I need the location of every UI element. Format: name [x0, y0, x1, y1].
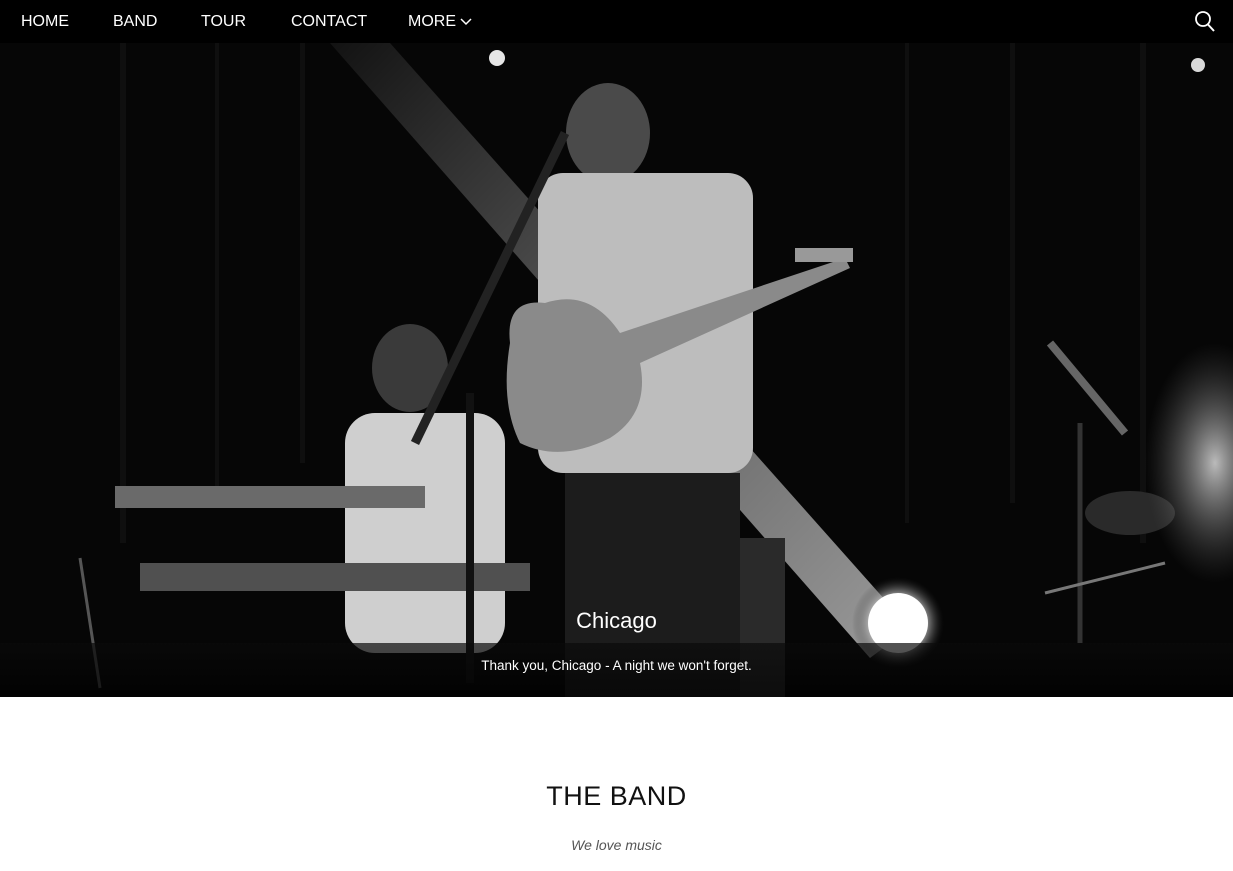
- nav-home[interactable]: HOME: [21, 0, 69, 43]
- nav-tour[interactable]: TOUR: [201, 0, 246, 43]
- nav-more-dropdown[interactable]: MORE: [408, 0, 472, 43]
- band-section-subtitle: We love music: [571, 837, 662, 853]
- nav-more-label: MORE: [408, 13, 456, 30]
- search-icon[interactable]: [1194, 9, 1216, 33]
- hero-slide[interactable]: Chicago Thank you, Chicago - A night we …: [0, 43, 1233, 697]
- slide-caption-title: Chicago: [576, 608, 657, 633]
- chevron-down-icon: [460, 0, 472, 43]
- nav-band[interactable]: BAND: [113, 0, 157, 43]
- concert-photo: [0, 43, 1233, 697]
- slide-caption-text: Thank you, Chicago - A night we won't fo…: [481, 658, 752, 673]
- band-section-title: THE BAND: [546, 781, 687, 811]
- nav-contact[interactable]: CONTACT: [291, 0, 367, 43]
- band-section: THE BAND We love music: [0, 697, 1233, 871]
- top-navbar: HOME BAND TOUR CONTACT MORE: [0, 0, 1233, 43]
